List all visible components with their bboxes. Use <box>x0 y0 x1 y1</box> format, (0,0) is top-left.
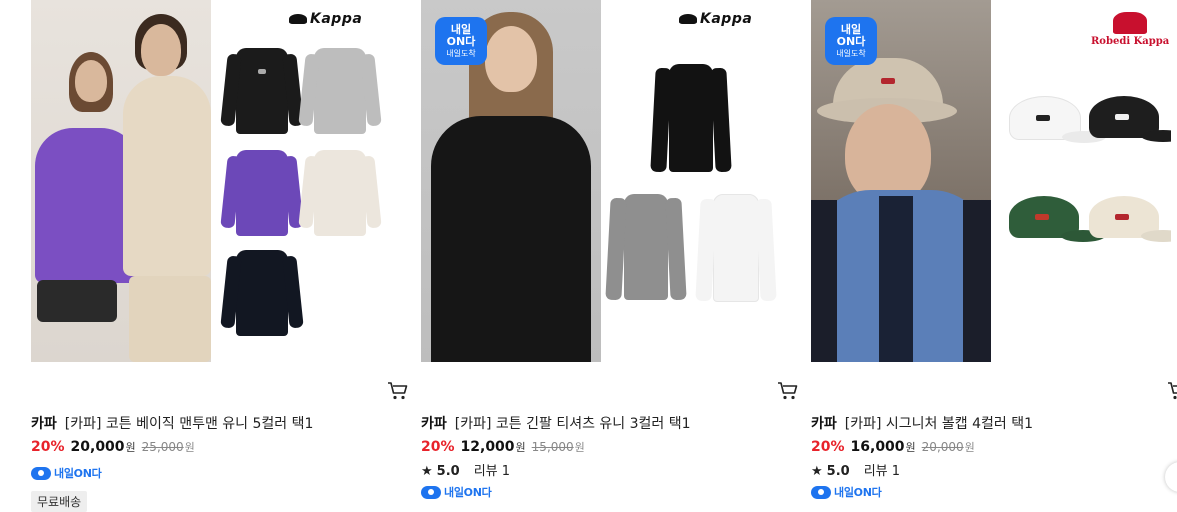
delivery-badge: 내일ON다 <box>31 465 102 481</box>
rating-score: 5.0 <box>826 464 850 479</box>
product-name: [카파] 코튼 베이직 맨투맨 유니 5컬러 택1 <box>64 416 314 432</box>
review-count: 리뷰 1 <box>473 464 511 479</box>
sale-price: 12,000 <box>460 439 515 455</box>
sale-price: 16,000 <box>850 439 905 455</box>
add-to-cart-button[interactable] <box>1167 381 1177 401</box>
product-title[interactable]: 카파 [카파] 시그니처 볼캡 4컬러 택1 <box>811 413 1033 433</box>
discount-rate: 20% <box>421 439 455 455</box>
product-grey-sweatshirt <box>314 48 366 134</box>
add-to-cart-button[interactable] <box>387 381 409 401</box>
star-icon: ★ <box>421 464 433 479</box>
model-photo <box>31 0 211 362</box>
robe-di-kappa-logo: Robedi Kappa <box>1091 12 1169 47</box>
discount-rate: 20% <box>31 439 65 455</box>
product-image[interactable]: Kappa <box>31 0 391 362</box>
product-brand: 카파 <box>31 416 57 432</box>
review-count: 리뷰 1 <box>863 464 901 479</box>
original-price: 25,000 <box>141 440 184 454</box>
product-black-cap <box>1089 96 1171 142</box>
product-title[interactable]: 카파 [카파] 코튼 베이직 맨투맨 유니 5컬러 택1 <box>31 413 313 433</box>
product-grey-longsleeve <box>624 194 668 300</box>
cart-icon <box>1168 382 1177 400</box>
product-navy-sweatshirt <box>236 250 288 336</box>
original-price: 20,000 <box>921 440 964 454</box>
discount-rate: 20% <box>811 439 845 455</box>
kappa-logo: Kappa <box>289 11 362 27</box>
delivery-badge: 내일ON다 <box>421 484 492 500</box>
free-shipping-tag: 무료배송 <box>31 491 88 512</box>
price-row: 20% 20,000원 25,000원 <box>31 439 195 455</box>
product-white-cap <box>1009 96 1106 143</box>
product-beige-sweatshirt <box>314 150 366 236</box>
cart-icon <box>778 382 798 400</box>
tomorrow-on-badge: 내일 ON다 내일도착 <box>435 17 487 65</box>
product-brand: 카파 <box>421 416 447 432</box>
star-icon: ★ <box>811 464 823 479</box>
price-row: 20% 16,000원 20,000원 <box>811 439 975 455</box>
add-to-cart-button[interactable] <box>777 381 799 401</box>
product-black-sweatshirt <box>236 48 288 134</box>
product-purple-sweatshirt <box>236 150 288 236</box>
product-card[interactable]: 내일 ON다 내일도착 Kappa 카파 [카파] 코튼 긴팔 티셔츠 유니 3컬… <box>421 0 798 511</box>
product-white-longsleeve <box>713 194 759 302</box>
rating-score: 5.0 <box>436 464 460 479</box>
delivery-truck-icon <box>421 485 441 499</box>
product-name: [카파] 시그니처 볼캡 4컬러 택1 <box>844 416 1033 432</box>
kappa-logo: Kappa <box>679 11 752 27</box>
cart-icon <box>388 382 408 400</box>
product-black-longsleeve <box>669 64 713 172</box>
original-price: 15,000 <box>531 440 574 454</box>
product-brand: 카파 <box>811 416 837 432</box>
sale-price: 20,000 <box>70 439 125 455</box>
delivery-truck-icon <box>31 466 51 480</box>
product-card[interactable]: 내일 ON다 내일도착 Robedi Kappa 카파 [카파] 시그니처 볼캡 … <box>811 0 1177 511</box>
rating-row: ★ 5.0 리뷰 1 <box>811 460 900 479</box>
tomorrow-on-badge: 내일 ON다 내일도착 <box>825 17 877 65</box>
rating-row: ★ 5.0 리뷰 1 <box>421 460 510 479</box>
product-card[interactable]: Kappa 카파 [카파] 코튼 베이직 맨투맨 유니 5컬러 택1 20% 20,… <box>31 0 408 512</box>
product-image[interactable]: 내일 ON다 내일도착 Kappa <box>421 0 781 362</box>
price-row: 20% 12,000원 15,000원 <box>421 439 585 455</box>
product-title[interactable]: 카파 [카파] 코튼 긴팔 티셔츠 유니 3컬러 택1 <box>421 413 691 433</box>
product-beige-cap <box>1089 196 1171 242</box>
product-name: [카파] 코튼 긴팔 티셔츠 유니 3컬러 택1 <box>454 416 691 432</box>
delivery-truck-icon <box>811 485 831 499</box>
delivery-badge: 내일ON다 <box>811 484 882 500</box>
product-green-cap <box>1009 196 1105 242</box>
product-image[interactable]: 내일 ON다 내일도착 Robedi Kappa <box>811 0 1171 362</box>
